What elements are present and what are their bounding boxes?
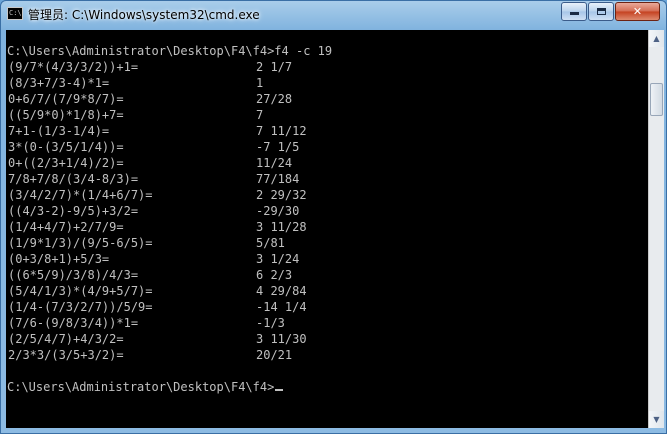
expression-text: (5/4/1/3)*(4/9+5/7)=: [8, 284, 153, 298]
expression-text: 0+6/7/(7/9*8/7)=: [8, 92, 124, 106]
maximize-icon: [596, 8, 606, 15]
result-text: -29/30: [256, 204, 300, 218]
expression-text: ((6*5/9)/3/8)/4/3=: [8, 268, 139, 282]
expression-text: (7/6-(9/8/3/4))*1=: [8, 316, 139, 330]
expression-text: 7+1-(1/3-1/4)=: [8, 124, 110, 138]
result-text: -14 1/4: [256, 300, 307, 314]
result-text: 3 1/24: [256, 252, 300, 266]
result-text: 7: [256, 108, 264, 122]
expression-text: (0+3/8+1)+5/3=: [8, 252, 110, 266]
console-output[interactable]: C:\Users\Administrator\Desktop\F4\f4>f4 …: [6, 30, 648, 428]
expression-text: ((4/3-2)-9/5)+3/2=: [8, 204, 139, 218]
expression-text: (8/3+7/3-4)*1=: [8, 76, 110, 90]
scroll-up-arrow-icon[interactable]: ▲: [649, 30, 664, 47]
result-text: -7 1/5: [256, 140, 300, 154]
result-text: -1/3: [256, 316, 285, 330]
text-cursor: [275, 389, 284, 391]
cmd-icon[interactable]: C:\: [7, 7, 23, 20]
command-line: C:\Users\Administrator\Desktop\F4\f4>f4 …: [7, 44, 333, 58]
expression-text: 0+((2/3+1/4)/2)=: [8, 156, 124, 170]
result-text: 1: [256, 76, 264, 90]
prompt-text: C:\Users\Administrator\Desktop\F4\f4>: [7, 380, 275, 394]
scrollbar-thumb[interactable]: [650, 83, 663, 116]
expression-text: (1/4-(7/3/2/7))/5/9=: [8, 300, 153, 314]
maximize-button[interactable]: [588, 2, 614, 21]
result-text: 11/24: [256, 156, 293, 170]
minimize-icon: [569, 12, 579, 15]
result-text: 77/184: [256, 172, 300, 186]
close-button[interactable]: ✕: [615, 2, 660, 21]
expression-text: 2/3*3/(3/5+3/2)=: [8, 348, 124, 362]
result-text: 6 2/3: [256, 268, 293, 282]
result-text: 3 11/30: [256, 332, 307, 346]
title-bar[interactable]: C:\ 管理员: C:\Windows\system32\cmd.exe ✕: [1, 1, 666, 29]
result-text: 2 29/32: [256, 188, 307, 202]
result-text: 7 11/12: [256, 124, 307, 138]
expression-text: (1/9*1/3)/(9/5-6/5)=: [8, 236, 153, 250]
prompt-line: C:\Users\Administrator\Desktop\F4\f4>: [7, 379, 284, 395]
expression-text: (2/5/4/7)+4/3/2=: [8, 332, 124, 346]
result-text: 27/28: [256, 92, 293, 106]
expression-text: 7/8+7/8/(3/4-8/3)=: [8, 172, 139, 186]
result-text: 3 11/28: [256, 220, 307, 234]
close-icon: ✕: [632, 5, 643, 18]
minimize-button[interactable]: [561, 2, 587, 21]
expression-text: ((5/9*0)*1/8)+7=: [8, 108, 124, 122]
expression-text: (9/7*(4/3/3/2))+1=: [8, 60, 139, 74]
result-text: 5/81: [256, 236, 285, 250]
scroll-down-arrow-icon[interactable]: ▼: [649, 411, 664, 428]
result-text: 20/21: [256, 348, 293, 362]
expression-text: 3*(0-(3/5/1/4))=: [8, 140, 124, 154]
vertical-scrollbar[interactable]: ▲ ▼: [648, 30, 664, 428]
window-title: 管理员: C:\Windows\system32\cmd.exe: [28, 8, 260, 22]
result-text: 4 29/84: [256, 284, 307, 298]
expression-text: (1/4+4/7)+2/7/9=: [8, 220, 124, 234]
cmd-window: C:\ 管理员: C:\Windows\system32\cmd.exe ✕ C…: [0, 0, 667, 434]
result-text: 2 1/7: [256, 60, 293, 74]
expression-text: (3/4/2/7)*(1/4+6/7)=: [8, 188, 153, 202]
